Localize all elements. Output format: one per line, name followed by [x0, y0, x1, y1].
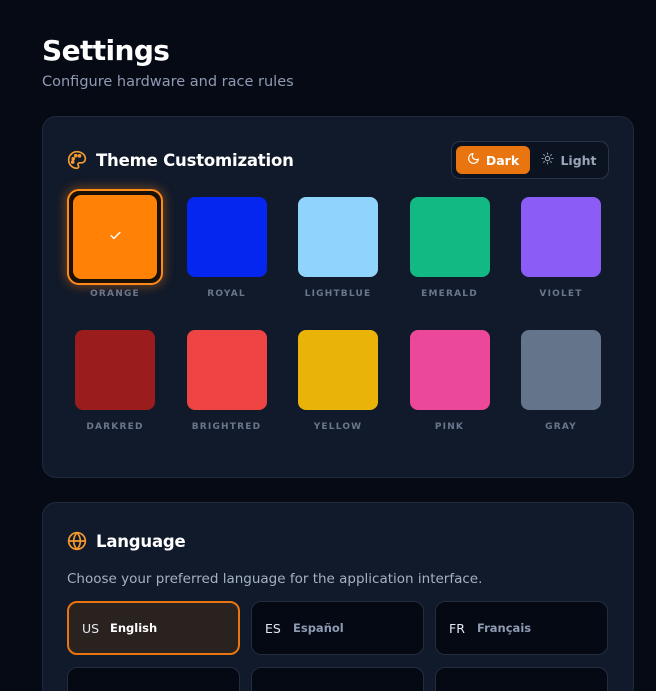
language-option-fr[interactable]: FR Français: [435, 601, 608, 655]
swatch-label: YELLOW: [313, 422, 363, 432]
color-swatch-pink[interactable]: [409, 330, 490, 410]
moon-icon: [467, 152, 480, 168]
color-swatch-yellow[interactable]: [298, 330, 378, 410]
language-name: Français: [477, 621, 532, 635]
swatch-frame: [513, 322, 609, 418]
color-swatch-lightblue[interactable]: [298, 197, 378, 277]
color-option-pink: PINK: [409, 330, 490, 463]
color-swatch-gray[interactable]: [521, 330, 601, 410]
color-swatch-brightred[interactable]: [186, 330, 267, 410]
language-card-title: Language: [96, 531, 186, 551]
language-option-more[interactable]: [67, 667, 240, 691]
swatch-frame: [67, 322, 163, 418]
swatch-frame: [513, 189, 609, 285]
checkmark-icon: [109, 229, 122, 246]
swatch-label: EMERALD: [421, 289, 478, 299]
dark-mode-button[interactable]: Dark: [456, 146, 530, 174]
language-option-es[interactable]: ES Español: [251, 601, 424, 655]
language-card-header: Language: [67, 527, 609, 555]
color-option-emerald: EMERALD: [409, 197, 490, 330]
swatch-label: VIOLET: [539, 289, 583, 299]
language-code: US: [82, 620, 100, 636]
light-mode-button[interactable]: Light: [534, 146, 604, 174]
color-option-royal: ROYAL: [186, 197, 267, 330]
page-title: Settings: [42, 34, 170, 67]
swatch-frame: [402, 322, 498, 418]
color-option-orange: ORANGE: [67, 189, 163, 330]
color-option-lightblue: LIGHTBLUE: [298, 197, 378, 330]
color-swatch-royal[interactable]: [186, 197, 267, 277]
language-code: ES: [265, 620, 281, 636]
theme-customization-card: Theme Customization Dark Light ORANGE RO…: [42, 116, 634, 478]
swatch-label: BRIGHTRED: [191, 422, 262, 432]
language-code: FR: [449, 620, 465, 636]
palette-icon: [67, 150, 87, 170]
page-subtitle: Configure hardware and race rules: [42, 74, 294, 90]
theme-mode-toggle: Dark Light: [451, 141, 609, 179]
color-swatch-violet[interactable]: [521, 197, 601, 277]
settings-page: Settings Configure hardware and race rul…: [0, 0, 656, 691]
swatch-label: DARKRED: [86, 422, 144, 432]
dark-mode-label: Dark: [485, 152, 520, 168]
language-name: English: [110, 621, 158, 635]
light-mode-label: Light: [560, 152, 597, 168]
swatch-label: GRAY: [545, 422, 577, 432]
theme-card-title: Theme Customization: [96, 150, 294, 170]
swatch-label: LIGHTBLUE: [304, 289, 372, 299]
swatch-frame: [179, 322, 275, 418]
language-options: US English ES Español FR Français: [67, 601, 609, 691]
globe-icon: [67, 531, 87, 551]
swatch-frame: [290, 189, 386, 285]
language-card: Language Choose your preferred language …: [42, 502, 634, 691]
sun-icon: [541, 152, 554, 168]
color-swatch-grid: ORANGE ROYAL LIGHTBLUE EMERALD VIOLET DARKRED…: [67, 189, 609, 463]
swatch-frame: [290, 322, 386, 418]
color-option-darkred: DARKRED: [75, 330, 155, 463]
color-swatch-emerald[interactable]: [409, 197, 490, 277]
color-option-brightred: BRIGHTRED: [186, 330, 267, 463]
color-option-violet: VIOLET: [521, 197, 601, 330]
language-option-more[interactable]: [251, 667, 424, 691]
language-name: Español: [293, 621, 344, 635]
color-option-yellow: YELLOW: [298, 330, 378, 463]
color-option-gray: GRAY: [521, 330, 601, 463]
swatch-frame: [67, 189, 163, 285]
swatch-frame: [179, 189, 275, 285]
swatch-label: ORANGE: [90, 289, 140, 299]
language-option-more[interactable]: [435, 667, 608, 691]
color-swatch-darkred[interactable]: [75, 330, 155, 410]
swatch-label: ROYAL: [207, 289, 246, 299]
language-option-us[interactable]: US English: [67, 601, 240, 655]
swatch-frame: [402, 189, 498, 285]
swatch-label: PINK: [434, 422, 465, 432]
color-swatch-orange[interactable]: [73, 195, 157, 279]
language-description: Choose your preferred language for the a…: [67, 571, 483, 587]
